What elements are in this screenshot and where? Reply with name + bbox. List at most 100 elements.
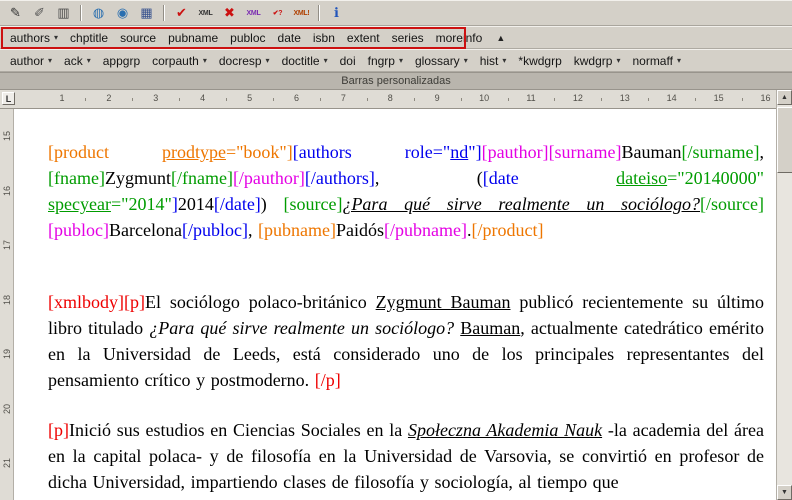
element-button-label: authors [10,31,50,45]
element-button-date[interactable]: date [272,29,307,47]
xml-tag[interactable]: [surname] [549,142,622,162]
toolbar-collapse-button[interactable]: ▲ [490,31,511,45]
element-button-chptitle[interactable]: chptitle [64,29,114,47]
globe-icon[interactable]: ◍ [88,3,109,23]
xml-tag[interactable]: specyear [48,194,111,214]
element-button-label: moreinfo [436,31,483,45]
xml-tag[interactable]: [product [48,142,162,162]
element-button-authors[interactable]: authors ▾ [4,29,64,47]
element-button-label: date [278,31,301,45]
xml-tag[interactable]: "] [468,142,481,162]
document-canvas[interactable]: [product prodtype="book"][authors role="… [14,109,776,500]
xml-tag[interactable]: [/authors] [305,168,375,188]
xml-tag[interactable]: [/publoc] [182,220,248,240]
element-button-extent[interactable]: extent [341,29,386,47]
xml-tag[interactable]: [fname] [48,168,105,188]
xml-report-icon[interactable]: XML! [291,3,312,23]
xml-tag[interactable]: [/source] [700,194,764,214]
xml-tag[interactable]: [xmlbody] [48,292,124,312]
xml-tag[interactable]: [publoc] [48,220,109,240]
ruler-tick [695,98,696,101]
ruler-number: 16 [2,182,12,200]
xml-tag[interactable]: [/pauthor] [233,168,305,188]
xml-transform-icon[interactable]: XML [243,3,264,23]
element-button-publoc[interactable]: publoc [224,29,271,47]
horizontal-ruler: L 12345678910111213141516 [0,90,792,109]
xml-tag[interactable]: [authors [293,142,405,162]
dropdown-arrow-icon: ▾ [616,57,620,65]
xml-tag[interactable]: [/date] [214,194,261,214]
element-button-doctitle[interactable]: doctitle▾ [276,52,334,70]
element-button-doi[interactable]: doi [334,52,362,70]
element-button-corpauth[interactable]: corpauth▾ [146,52,213,70]
element-button-label: kwdgrp [574,54,613,68]
element-button-pubname[interactable]: pubname [162,29,224,47]
globe-edit-icon[interactable]: ◉ [112,3,133,23]
text-run: , ( [375,168,483,188]
text-run: 2014 [178,194,214,214]
xml-tag[interactable]: dateiso [616,168,667,188]
toolbar-separator [318,5,320,21]
xml-tag[interactable]: ="2014" [111,194,172,214]
check-options-icon[interactable]: ✔? [267,3,288,23]
xml-tag[interactable]: [/pubname] [384,220,467,240]
save-icon[interactable]: ▦ [136,3,157,23]
ruler-tick [508,98,509,101]
xml-tag[interactable]: role=" [405,142,450,162]
element-button-docresp[interactable]: docresp▾ [213,52,276,70]
xml-tag[interactable]: prodtype [162,142,226,162]
trash-icon[interactable]: ▥ [53,3,74,23]
element-button-normaff[interactable]: normaff▾ [626,52,686,70]
xml-tag[interactable]: [/surname] [682,142,760,162]
xml-tag[interactable]: [date [483,168,616,188]
element-button-ack[interactable]: ack▾ [58,52,97,70]
xml-tag[interactable]: [pubname] [258,220,336,240]
text-run: Społeczna Akademia Nauk [408,420,602,440]
element-button-fngrp[interactable]: fngrp▾ [362,52,409,70]
xml-tag[interactable]: [/p] [315,370,341,390]
xml-tag[interactable]: [source] [283,194,342,214]
element-button-isbn[interactable]: isbn [307,29,341,47]
vertical-scrollbar[interactable]: ▲ ▼ [776,90,792,500]
element-button-series[interactable]: series [386,29,430,47]
xml-tag[interactable]: [p] [124,292,145,312]
tab-stop-selector[interactable]: L [2,92,15,105]
info-icon[interactable]: ℹ [326,3,347,23]
element-button-glossary[interactable]: glossary▾ [409,52,474,70]
element-button-author[interactable]: author▾ [4,52,58,70]
spellcheck-check-icon[interactable]: ✔ [171,3,192,23]
element-button-hist[interactable]: hist▾ [474,52,513,70]
xml-tag[interactable]: [/product] [471,220,543,240]
ruler-tick [554,98,555,101]
xml-tag[interactable]: ="book"] [226,142,293,162]
xml-tag[interactable]: ="20140000" [667,168,764,188]
scrollbar-thumb[interactable] [777,107,792,173]
xml-tag[interactable]: [p] [48,420,69,440]
element-button-label: hist [480,54,499,68]
text-run: Bauman [622,142,682,162]
pen-icon[interactable]: ✐ [29,3,50,23]
cancel-x-icon[interactable]: ✖ [219,3,240,23]
ruler-number: 19 [2,345,12,363]
ruler-tick [648,98,649,101]
element-button-appgrp[interactable]: appgrp [97,52,146,70]
element-button-kwdgrp[interactable]: kwdgrp▾ [568,52,627,70]
text-run: ¿Para qué sirve realmente un sociólogo? [342,194,700,214]
text-run: Zygmunt Bauman [376,292,511,312]
pencil-icon[interactable]: ✎ [5,3,26,23]
ruler-number: 1 [59,93,64,103]
ruler-tick [414,98,415,101]
xml-tag[interactable]: [pauthor] [482,142,549,162]
element-button-moreinfo[interactable]: moreinfo [430,29,489,47]
xml-tag[interactable]: nd [450,142,468,162]
scroll-up-button[interactable]: ▲ [777,90,792,105]
xml-tag[interactable]: [/fname] [171,168,233,188]
element-button-label: appgrp [103,54,140,68]
scroll-down-button[interactable]: ▼ [777,485,792,500]
xml-validate-icon[interactable]: XML [195,3,216,23]
dropdown-arrow-icon: ▾ [54,34,58,42]
vertical-ruler: 15161718192021 [0,109,14,500]
element-button-source[interactable]: source [114,29,162,47]
element-button-kwdgrp[interactable]: *kwdgrp [512,52,567,70]
dropdown-arrow-icon: ▾ [266,57,270,65]
